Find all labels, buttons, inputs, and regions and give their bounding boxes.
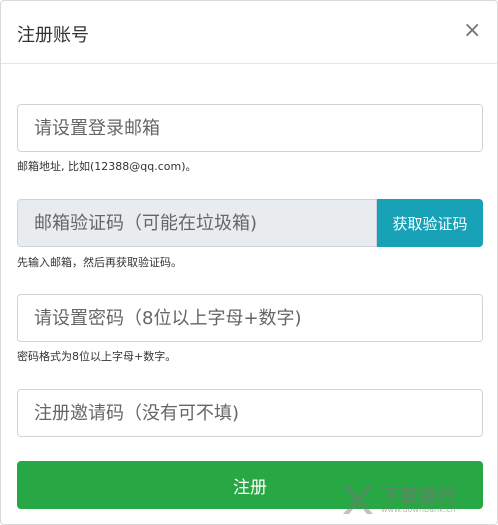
register-dialog: 注册账号 × 邮箱地址, 比如(12388@qq.com)。 获取验证码 先输入… — [0, 0, 498, 525]
code-help-text: 先输入邮箱，然后再获取验证码。 — [17, 256, 182, 269]
email-help-text: 邮箱地址, 比如(12388@qq.com)。 — [17, 160, 197, 173]
dialog-title: 注册账号 — [17, 25, 89, 46]
verification-code-group: 获取验证码 — [17, 199, 483, 247]
verification-code-input[interactable] — [17, 199, 377, 247]
password-input[interactable] — [17, 294, 483, 342]
close-icon[interactable]: × — [463, 19, 481, 43]
dialog-header: 注册账号 × — [1, 1, 497, 64]
password-help-text: 密码格式为8位以上字母+数字。 — [17, 350, 177, 363]
get-code-button[interactable]: 获取验证码 — [377, 199, 483, 247]
invite-code-input[interactable] — [17, 389, 483, 437]
register-button[interactable]: 注册 — [17, 461, 483, 509]
email-input[interactable] — [17, 104, 483, 152]
